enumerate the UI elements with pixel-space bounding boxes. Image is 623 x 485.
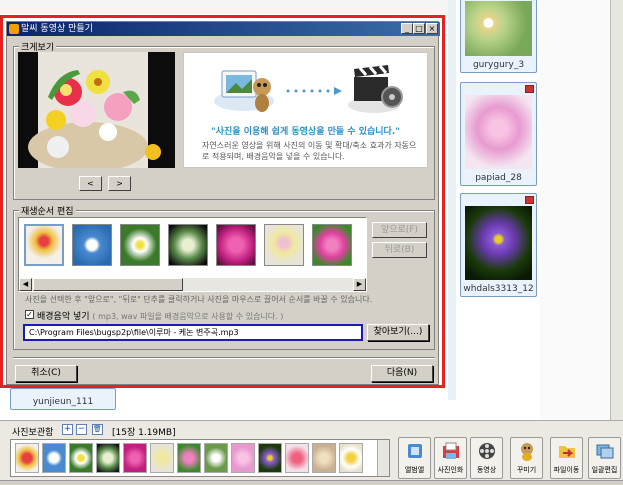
scrollbar-thumb[interactable] — [33, 278, 183, 291]
scroll-right-icon[interactable]: ▶ — [353, 278, 366, 291]
batch-edit-button[interactable]: 일괄편집 — [588, 437, 621, 479]
album-thumbnail[interactable] — [150, 443, 174, 473]
music-label-sub: ( mp3, wav 파일을 배경음악으로 사용할 수 있습니다. ) — [92, 312, 284, 321]
scroll-left-icon[interactable]: ◀ — [19, 278, 32, 291]
album-icon — [407, 444, 422, 458]
sequence-hint: 사진을 선택한 후 "앞으로", "뒤로" 단추를 클릭하거나 사진을 마우스로… — [25, 295, 373, 304]
move-back-button[interactable]: 뒤로(B) — [372, 242, 427, 258]
album-thumbnail[interactable] — [15, 443, 39, 473]
album-thumbnail[interactable] — [285, 443, 309, 473]
print-photo-button[interactable]: 사진인화 — [434, 437, 467, 479]
album-thumbnail[interactable] — [42, 443, 66, 473]
album-button[interactable]: 앨범앨 — [398, 437, 431, 479]
close-icon[interactable]: × — [426, 23, 438, 34]
gallery-right-panel — [540, 0, 610, 420]
delete-icon[interactable]: 🗑 — [92, 424, 103, 435]
movie-maker-dialog: 말씨 동영상 만들기 _ □ × 크게보기 "사진을 이용해 쉽게 동영상을 만… — [6, 21, 440, 385]
gallery-item[interactable]: whdals3313_12 — [460, 193, 537, 297]
intro-description: 자연스러운 영상을 위해 사진의 이동 및 확대/축소 효과가 자동으로 적용되… — [202, 141, 417, 161]
next-button[interactable]: 다음(N) — [371, 365, 433, 382]
print-photo-button-label: 사진인화 — [437, 466, 464, 474]
photo-to-movie-illustration — [214, 65, 403, 113]
album-thumbnail[interactable] — [204, 443, 228, 473]
gallery-caption: whdals3313_12 — [463, 284, 534, 294]
cancel-button[interactable]: 취소(C) — [15, 365, 77, 382]
dialog-highlight-frame: 말씨 동영상 만들기 _ □ × 크게보기 "사진을 이용해 쉽게 동영상을 만… — [0, 15, 445, 388]
album-thumbnail[interactable] — [312, 443, 336, 473]
horizontal-scrollbar[interactable]: ◀ ▶ — [19, 278, 366, 291]
video-badge-icon — [525, 196, 534, 204]
decorate-icon — [520, 443, 533, 461]
sequence-group-title: 재생순서 편집 — [19, 204, 76, 217]
gallery-photo — [465, 1, 532, 56]
gallery-caption: papiad_28 — [475, 173, 522, 183]
maximize-icon[interactable]: □ — [413, 23, 425, 34]
movie-button-label: 동영상 — [476, 466, 497, 474]
browse-button[interactable]: 찾아보기(...) — [367, 324, 429, 341]
album-thumbnail[interactable] — [69, 443, 93, 473]
sequence-thumbnail[interactable] — [72, 224, 112, 266]
album-thumbnail[interactable] — [258, 443, 282, 473]
music-path-field[interactable]: C:\Program Files\bugsp2p\file\이루마 - 케논 변… — [23, 324, 363, 341]
background-music-checkbox[interactable]: ✓ — [25, 310, 34, 319]
prev-photo-button[interactable]: < — [79, 176, 102, 191]
minimize-icon[interactable]: _ — [401, 23, 413, 34]
sequence-thumbnail[interactable] — [216, 224, 256, 266]
gallery-caption: yunjieun_111 — [32, 397, 94, 407]
movie-button[interactable]: 동영상 — [470, 437, 503, 479]
gallery-item[interactable]: papiad_28 — [460, 82, 537, 186]
intro-headline: "사진을 이용해 쉽게 동영상을 만들 수 있습니다." — [211, 127, 400, 137]
app-icon — [9, 24, 19, 34]
intro-info-panel: "사진을 이용해 쉽게 동영상을 만들 수 있습니다." 자연스러운 영상을 위… — [183, 52, 428, 168]
sequence-thumbnail[interactable] — [312, 224, 352, 266]
dialog-titlebar[interactable]: 말씨 동영상 만들기 _ □ × — [7, 22, 440, 36]
background-music-label: 배경음악 넣기 ( mp3, wav 파일을 배경음악으로 사용할 수 있습니다… — [37, 309, 283, 322]
batch-edit-button-label: 일괄편집 — [591, 466, 618, 474]
album-panel: 사진보관함 + − 🗑 [15장 1.19MB] 앨범앨 사진인화 동영상 꾸미… — [0, 420, 623, 485]
album-button-label: 앨범앨 — [404, 466, 425, 474]
remove-photo-icon[interactable]: − — [76, 424, 87, 435]
gallery-photo — [465, 206, 532, 280]
add-photo-icon[interactable]: + — [62, 424, 73, 435]
sequence-thumbnail[interactable] — [264, 224, 304, 266]
album-count: [15장 1.19MB] — [112, 428, 176, 438]
sequence-thumbnail-list[interactable]: ◀ ▶ — [18, 217, 367, 292]
next-photo-button[interactable]: > — [108, 176, 131, 191]
album-photo-strip[interactable] — [10, 439, 390, 477]
flower-bouquet-photo — [18, 52, 175, 168]
status-bar — [0, 480, 623, 485]
sequence-thumbnail[interactable] — [168, 224, 208, 266]
file-move-button-label: 파일이동 — [553, 466, 580, 474]
file-move-button[interactable]: 파일이동 — [550, 437, 583, 479]
gallery-item[interactable]: gurygury_3 — [460, 0, 537, 73]
album-strip-scrollbar[interactable] — [377, 440, 389, 476]
album-thumbnail[interactable] — [123, 443, 147, 473]
album-thumbnail[interactable] — [231, 443, 255, 473]
gallery-side-strip — [448, 0, 456, 400]
gallery-top-strip — [0, 0, 455, 14]
decorate-button[interactable]: 꾸미기 — [510, 437, 543, 479]
preview-image — [18, 52, 175, 168]
sequence-thumbnail[interactable] — [120, 224, 160, 266]
video-badge-icon — [525, 85, 534, 93]
dialog-title: 말씨 동영상 만들기 — [21, 24, 93, 34]
dialog-divider — [13, 357, 435, 359]
print-photo-icon — [442, 442, 459, 459]
decorate-button-label: 꾸미기 — [516, 466, 537, 474]
sequence-thumbnail[interactable] — [24, 224, 64, 266]
album-thumbnail[interactable] — [339, 443, 363, 473]
file-move-icon — [558, 446, 575, 458]
gallery-photo — [465, 95, 532, 169]
album-thumbnail[interactable] — [177, 443, 201, 473]
music-label-text: 배경음악 넣기 — [37, 312, 90, 322]
gallery-item[interactable]: yunjieun_111 — [10, 388, 116, 410]
move-forward-button[interactable]: 앞으로(F) — [372, 222, 427, 238]
gallery-caption: gurygury_3 — [472, 60, 525, 70]
batch-edit-icon — [596, 444, 613, 459]
gallery-scrollbar[interactable] — [610, 0, 623, 420]
album-thumbnail[interactable] — [96, 443, 120, 473]
film-reel-icon — [478, 443, 495, 459]
album-label: 사진보관함 — [12, 428, 54, 438]
